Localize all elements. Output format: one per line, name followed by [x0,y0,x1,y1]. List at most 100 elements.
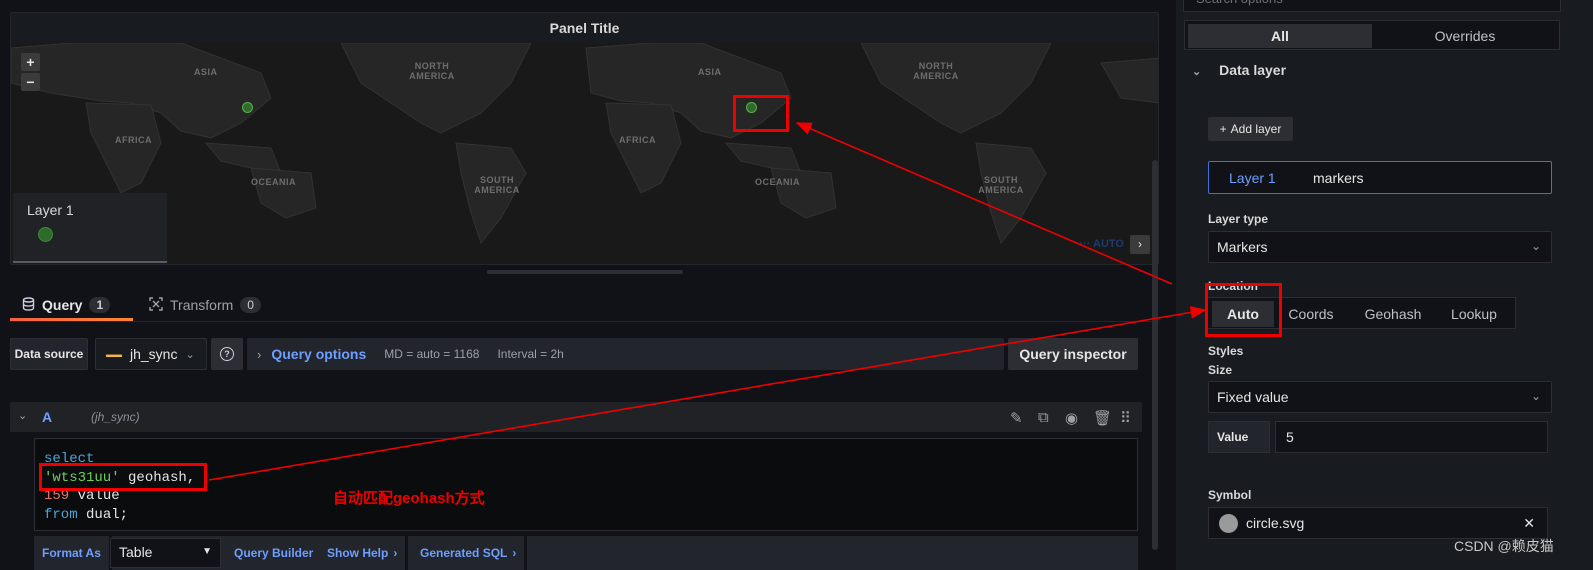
layer-list-item[interactable]: Layer 1 markers [1208,161,1552,194]
add-layer-button[interactable]: + Add layer [1208,117,1293,141]
chevron-down-icon: ⌄ [1530,389,1541,403]
chevron-right-icon: › [257,346,262,362]
symbol-value: circle.svg [1246,515,1305,531]
symbol-picker[interactable]: circle.svg ✕ [1208,507,1548,539]
edit-icon[interactable]: ✎ [1010,409,1023,427]
chevron-right-icon[interactable]: › [1130,235,1150,254]
map-continents [11,43,1158,245]
generated-sql-label: Generated SQL [420,546,508,560]
format-as-value: Table [119,544,153,560]
format-as-select[interactable]: Table ▼ [110,538,221,568]
world-map[interactable]: ASIA NORTH AMERICA AFRICA OCEANIA SOUTH … [11,43,1158,264]
help-button[interactable]: ? [211,338,243,370]
caret-down-icon: ▼ [202,546,212,557]
tab-query-label: Query [42,297,83,313]
map-label-oceania: OCEANIA [251,177,297,187]
layer-type-label: Layer type [1208,212,1269,226]
sql-geohash-string: 'wts31uu' [44,469,120,486]
interval-info: Interval = 2h [497,347,564,361]
eye-icon[interactable]: ◉ [1065,409,1078,427]
size-value-input[interactable]: 5 [1275,421,1548,453]
symbol-label: Symbol [1208,488,1252,502]
watermark: CSDN @赖皮猫 [1454,538,1554,554]
chevron-right-icon: › [393,546,398,560]
tab-transform[interactable]: Transform 0 [149,289,261,321]
query-options-label: Query options [271,346,367,362]
transform-icon [149,296,163,314]
sql-line-3-rest: value [69,488,120,504]
location-auto-option[interactable]: Auto [1212,301,1274,327]
plus-icon: + [1219,122,1227,136]
pane-resize-handle[interactable] [487,270,683,274]
query-row-header[interactable]: ⌄ A (jh_sync) ✎ ⧉ ◉ 🗑 ⠿ [10,402,1142,432]
database-icon [22,296,35,314]
trash-icon[interactable]: 🗑 [1093,409,1112,427]
duplicate-icon[interactable]: ⧉ [1038,409,1049,426]
sql-from-keyword: from [44,506,78,523]
tab-transform-label: Transform [170,297,234,313]
zoom-out-button[interactable]: − [21,73,40,91]
query-builder-button[interactable]: Query Builder [226,536,325,570]
query-editor-footer: Format As Table ▼ Query Builder Show Hel… [34,536,1138,570]
zoom-in-button[interactable]: + [21,53,40,71]
data-source-value: jh_sync [130,346,178,362]
map-label-oceania-2: OCEANIA [755,177,801,187]
overrides-tab[interactable]: Overrides [1374,24,1556,48]
max-data-points: MD = auto = 1168 [384,347,480,361]
format-as-label: Format As [34,536,112,570]
location-mode-radio-group: Auto Coords Geohash Lookup [1207,297,1516,329]
layer-kind: markers [1313,170,1364,186]
styles-heading: Styles [1208,344,1244,358]
all-options-tab[interactable]: All [1188,24,1372,48]
collapse-chevron-icon[interactable]: ⌄ [18,409,27,422]
map-label-south-america: SOUTH AMERICA [474,175,520,195]
active-tab-indicator [10,318,133,321]
panel-title: Panel Title [549,20,620,36]
annotation-note: 自动匹配geohash方式 [333,490,485,507]
layer-type-value: Markers [1217,239,1268,255]
add-layer-label: Add layer [1230,122,1282,136]
query-count-badge: 1 [89,297,111,313]
drag-handle-icon[interactable]: ⠿ [1120,409,1131,427]
layer-type-select[interactable]: Markers ⌄ [1208,231,1552,263]
editor-tabs: Query 1 Transform 0 [10,289,1159,322]
data-layer-section[interactable]: ⌄ Data layer [1192,62,1286,78]
map-label-north-america: NORTH AMERICA [409,61,455,81]
location-geohash-option[interactable]: Geohash [1352,301,1434,327]
query-datasource-name: (jh_sync) [91,410,140,424]
legend-title: Layer 1 [27,202,74,218]
question-circle-icon: ? [220,347,234,361]
query-options-toggle[interactable]: › Query options MD = auto = 1168 Interva… [247,338,1004,370]
show-help-button[interactable]: Show Help › [319,536,409,570]
tab-query[interactable]: Query 1 [22,289,111,321]
sql-editor[interactable]: select 'wts31uu' geohash, 159 value from… [34,438,1138,531]
location-lookup-option[interactable]: Lookup [1440,301,1508,327]
map-label-africa-2: AFRICA [619,135,656,145]
map-label-south-america-2: SOUTH AMERICA [978,175,1024,195]
size-label: Size [1208,363,1233,377]
map-marker[interactable] [746,102,757,113]
chevron-right-icon: › [512,546,517,560]
transform-count-badge: 0 [240,297,261,313]
size-mode-select[interactable]: Fixed value ⌄ [1208,381,1552,413]
query-inspector-button[interactable]: Query inspector [1008,338,1138,370]
map-marker[interactable] [242,102,253,113]
circle-symbol-icon [1219,514,1238,533]
close-icon[interactable]: ✕ [1523,515,1535,532]
location-coords-option[interactable]: Coords [1278,301,1344,327]
chevron-down-icon: ⌄ [1192,66,1202,78]
data-layer-heading: Data layer [1219,62,1287,78]
sql-line-2-rest: geohash, [119,469,196,486]
sql-number: 159 [44,488,70,504]
value-label: Value [1208,421,1270,453]
data-source-picker[interactable]: ▬▬ jh_sync ⌄ [95,338,207,370]
search-options-input[interactable]: Search options [1183,0,1561,12]
query-ref-id[interactable]: A [42,409,52,425]
map-label-north-america-2: NORTH AMERICA [913,61,959,81]
scrollbar[interactable] [1152,160,1158,550]
generated-sql-button[interactable]: Generated SQL › [412,536,528,570]
map-label-asia-2: ASIA [698,67,722,77]
map-scale-text: ··· AUTO [1079,238,1124,250]
legend-marker-icon [38,227,53,242]
chevron-down-icon: ⌄ [185,348,195,361]
